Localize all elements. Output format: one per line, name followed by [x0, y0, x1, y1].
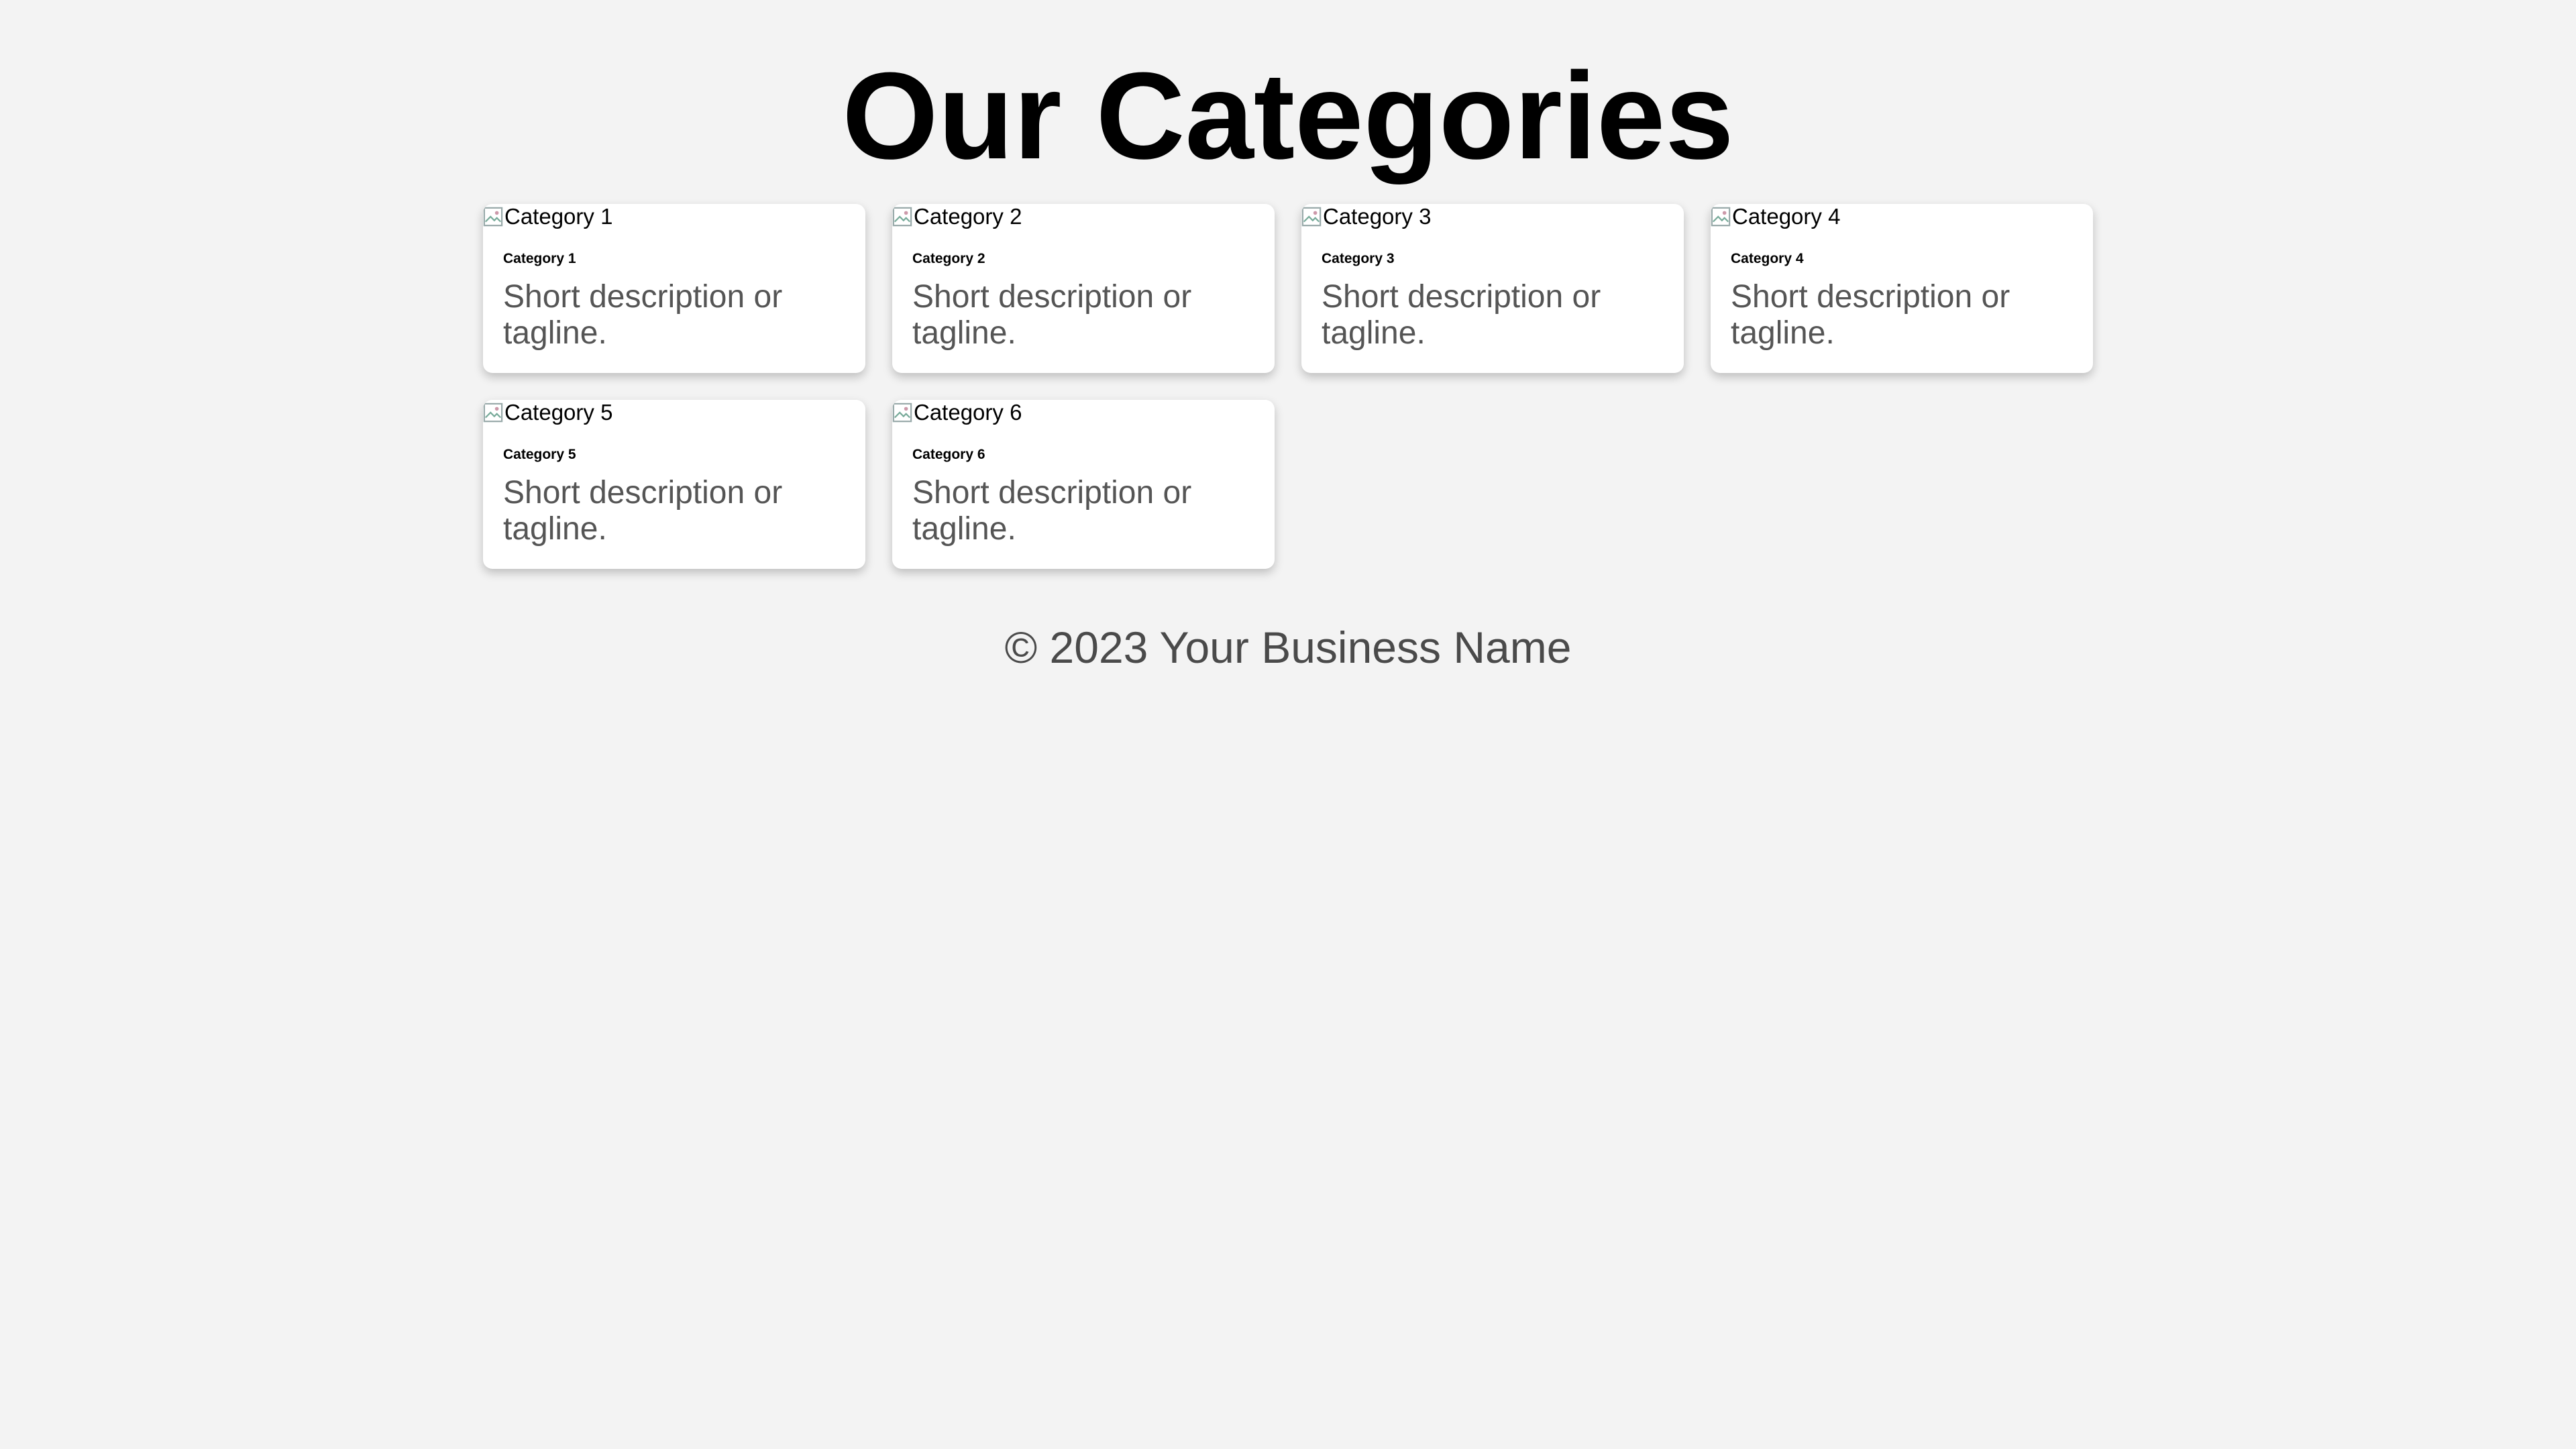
category-image-alt: Category 5 [504, 400, 613, 425]
category-description: Short description or tagline. [503, 279, 783, 351]
broken-image-icon [1711, 207, 1731, 227]
category-description: Short description or tagline. [1731, 279, 2010, 351]
category-title: Category 1 [503, 251, 576, 266]
broken-image-icon [483, 207, 503, 227]
category-card[interactable]: Category 5 Category 5 Short description … [483, 400, 865, 569]
category-grid: Category 1 Category 1 Short description … [483, 204, 2093, 569]
category-image: Category 3 [1301, 204, 1431, 229]
broken-image-icon [1301, 207, 1322, 227]
category-image-alt: Category 4 [1732, 204, 1841, 229]
category-description: Short description or tagline. [912, 475, 1192, 547]
category-card[interactable]: Category 1 Category 1 Short description … [483, 204, 865, 373]
category-card[interactable]: Category 2 Category 2 Short description … [892, 204, 1275, 373]
category-image-alt: Category 1 [504, 204, 613, 229]
category-card[interactable]: Category 3 Category 3 Short description … [1301, 204, 1684, 373]
category-image: Category 2 [892, 204, 1022, 229]
category-title: Category 5 [503, 447, 576, 462]
category-image: Category 1 [483, 204, 612, 229]
page-title: Our Categories [842, 46, 1734, 184]
category-image-alt: Category 3 [1323, 204, 1432, 229]
category-title: Category 2 [912, 251, 985, 266]
category-title: Category 6 [912, 447, 985, 462]
category-description: Short description or tagline. [503, 475, 783, 547]
footer-copyright: © 2023 Your Business Name [1004, 623, 1572, 672]
category-title: Category 4 [1731, 251, 1804, 266]
category-image-alt: Category 6 [914, 400, 1022, 425]
category-image: Category 6 [892, 400, 1022, 425]
category-description: Short description or tagline. [1322, 279, 1601, 351]
category-description: Short description or tagline. [912, 279, 1192, 351]
category-card[interactable]: Category 6 Category 6 Short description … [892, 400, 1275, 569]
broken-image-icon [892, 402, 912, 423]
category-image: Category 5 [483, 400, 612, 425]
category-card[interactable]: Category 4 Category 4 Short description … [1711, 204, 2093, 373]
broken-image-icon [483, 402, 503, 423]
category-image: Category 4 [1711, 204, 1840, 229]
broken-image-icon [892, 207, 912, 227]
category-title: Category 3 [1322, 251, 1395, 266]
category-image-alt: Category 2 [914, 204, 1022, 229]
